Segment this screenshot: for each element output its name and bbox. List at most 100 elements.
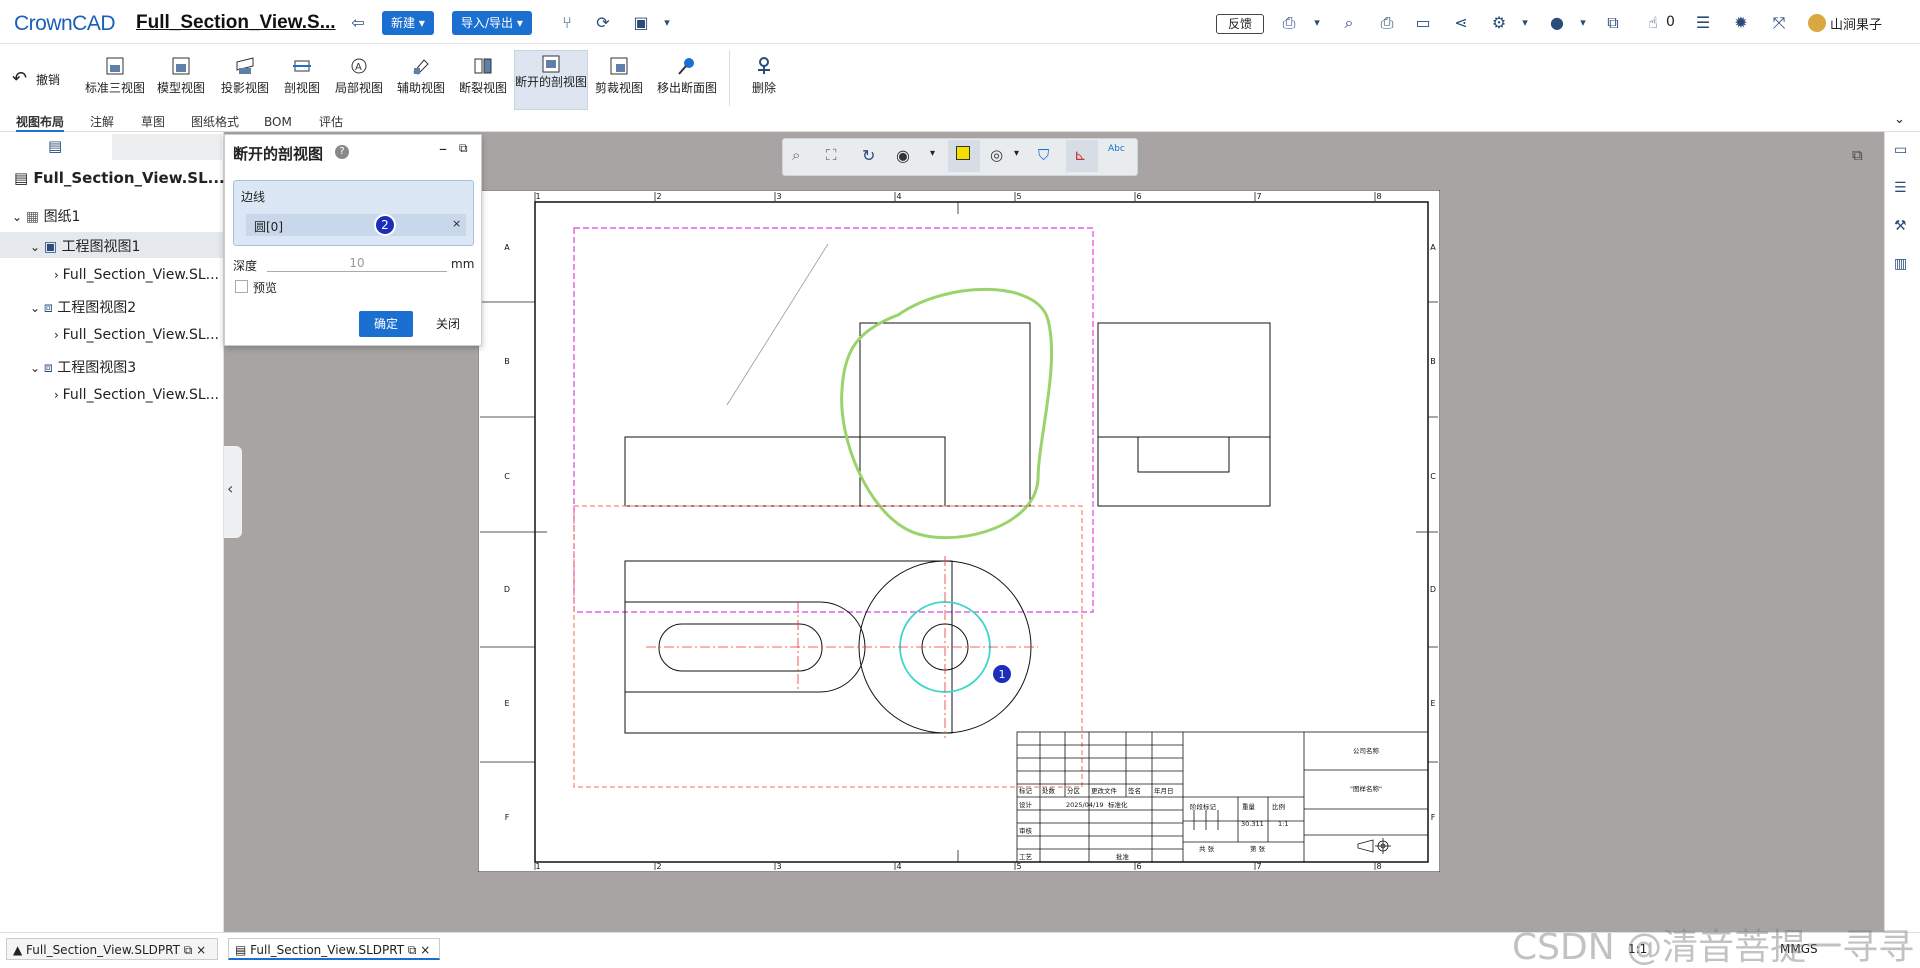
tree-tab-secondary[interactable]: [112, 134, 222, 160]
layers-icon[interactable]: ☰: [1694, 14, 1712, 32]
print-settings-icon[interactable]: ⎙: [1280, 14, 1298, 32]
monitor-icon[interactable]: ▭: [1414, 14, 1432, 32]
section-view-button[interactable]: 剖视图: [280, 50, 324, 110]
depth-input[interactable]: 10: [267, 256, 447, 272]
broken-view-button[interactable]: 断裂视图: [456, 50, 510, 110]
close-icon[interactable]: ×: [196, 943, 206, 957]
auxiliary-view-button[interactable]: 辅助视图: [394, 50, 448, 110]
document-tab-drawing[interactable]: ▤ Full_Section_View.SLDPRT ⧉ ×: [228, 938, 440, 960]
folder-icon[interactable]: ▭: [1894, 142, 1907, 158]
ok-button[interactable]: 确定: [359, 311, 413, 337]
close-button[interactable]: 关闭: [425, 311, 471, 337]
tab-evaluate[interactable]: 评估: [319, 112, 343, 132]
eye-icon[interactable]: ◉: [896, 146, 910, 165]
col-label: 6: [1136, 192, 1141, 201]
filter-icon[interactable]: ⛉: [1038, 146, 1049, 164]
collapse-panel-handle[interactable]: ‹: [224, 446, 242, 538]
tab-annotation[interactable]: 注解: [90, 112, 114, 132]
tree-item-view2[interactable]: ⌄ ⧈ 工程图视图2: [30, 297, 136, 317]
display-style-icon[interactable]: ◎: [990, 146, 1003, 164]
zoom-icon[interactable]: ⌕: [792, 146, 800, 164]
search-icon[interactable]: ⌕: [1340, 14, 1358, 32]
tb-review: 审核: [1019, 826, 1033, 835]
remove-selection-icon[interactable]: ×: [452, 217, 461, 230]
save-icon[interactable]: ▣: [632, 14, 650, 32]
window-restore-icon[interactable]: ⧉: [1852, 146, 1863, 164]
feedback-button[interactable]: 反馈: [1216, 14, 1264, 34]
preview-checkbox[interactable]: [235, 280, 248, 293]
chevron-down-icon[interactable]: ▾: [658, 14, 676, 32]
abc-text-icon[interactable]: Abc: [1108, 144, 1125, 154]
import-export-button[interactable]: 导入/导出 ▾: [452, 11, 532, 35]
branch-icon[interactable]: ⑂: [558, 14, 576, 32]
crop-view-button[interactable]: 剪裁视图: [592, 50, 646, 110]
expand-icon[interactable]: ⤧: [1770, 14, 1788, 32]
wrench-icon[interactable]: ⚒: [1894, 218, 1907, 234]
tab-bom[interactable]: BOM: [264, 112, 292, 132]
window-restore-icon[interactable]: ⧉: [459, 141, 468, 156]
refresh-icon[interactable]: ⟳: [594, 14, 612, 32]
server-icon[interactable]: ☰: [1894, 180, 1907, 196]
printer-icon[interactable]: ⎙: [1378, 14, 1396, 32]
undo-button[interactable]: ↶ 撤销: [10, 50, 64, 110]
chevron-down-icon[interactable]: ▾: [1574, 14, 1592, 32]
tree-root[interactable]: ▤ Full_Section_View.SL...: [14, 169, 225, 187]
close-icon[interactable]: ×: [420, 943, 430, 957]
collapse-ribbon-icon[interactable]: ⌄: [1894, 112, 1905, 127]
window-restore-icon[interactable]: ⧉: [184, 943, 193, 957]
new-button[interactable]: 新建 ▾: [382, 11, 434, 35]
share-icon[interactable]: ⋖: [1452, 14, 1470, 32]
back-arrow-icon[interactable]: ⇦: [349, 14, 367, 32]
chevron-down-icon[interactable]: ▾: [1308, 14, 1326, 32]
window-restore-icon[interactable]: ⧉: [408, 943, 417, 957]
bug-icon[interactable]: ✹: [1732, 14, 1750, 32]
book-icon[interactable]: ▥: [1894, 256, 1907, 272]
edge-selection-group: 边线 圆[0] 2 ×: [233, 180, 474, 246]
axis-button[interactable]: ⊾: [1066, 140, 1098, 172]
detail-view-button[interactable]: A 局部视图: [332, 50, 386, 110]
hierarchy-icon[interactable]: ⧉: [1604, 14, 1622, 32]
document-title[interactable]: Full_Section_View.S...: [136, 12, 336, 34]
tab-sketch[interactable]: 草图: [141, 112, 165, 132]
user-name[interactable]: 山涧果子: [1830, 14, 1882, 33]
broken-out-section-button[interactable]: 断开的剖视图: [514, 50, 588, 110]
tree-tab-active[interactable]: ▤: [10, 134, 110, 160]
chevron-down-icon[interactable]: ▾: [930, 148, 935, 159]
delete-button[interactable]: 删除: [742, 50, 786, 110]
avatar[interactable]: [1808, 14, 1826, 32]
thumbs-up-icon[interactable]: ☝: [1644, 14, 1662, 32]
tb-date-value: 2025/04/19: [1066, 801, 1103, 809]
projected-view-icon: [236, 57, 254, 74]
tree-item-view3-child[interactable]: › Full_Section_View.SL...: [54, 387, 219, 403]
tree-item-view1-child[interactable]: › Full_Section_View.SL...: [54, 267, 219, 283]
tree-item-view3[interactable]: ⌄ ⧈ 工程图视图3: [30, 357, 136, 377]
tab-sheet-format[interactable]: 图纸格式: [191, 112, 239, 132]
removed-section-button[interactable]: 移出断面图: [654, 50, 720, 110]
gear-icon[interactable]: ⚙: [1490, 14, 1508, 32]
tab-view-layout[interactable]: 视图布局: [16, 112, 65, 132]
standard-three-view-button[interactable]: 标准三视图: [82, 50, 148, 110]
shaded-display-button[interactable]: [948, 140, 980, 172]
part-icon: ▲: [13, 943, 27, 957]
standard-three-view-label: 标准三视图: [84, 81, 145, 95]
rotate-icon[interactable]: ↻: [862, 146, 875, 165]
edge-value: 圆[0]: [254, 220, 283, 234]
model-view-button[interactable]: 模型视图: [154, 50, 208, 110]
svg-text:A: A: [355, 62, 362, 73]
drawing-sheet[interactable]: 1 2 3 4 5 6 7 8 1 2 3 4 5 6 7 8 A B C D …: [478, 190, 1440, 872]
chevron-down-icon[interactable]: ▾: [1516, 14, 1534, 32]
projected-view-button[interactable]: 投影视图: [218, 50, 272, 110]
chevron-down-icon[interactable]: ▾: [1014, 148, 1019, 159]
edge-selection-item[interactable]: 圆[0] 2 ×: [246, 214, 466, 236]
tree-item-view2-child[interactable]: › Full_Section_View.SL...: [54, 327, 219, 343]
col-label: 7: [1256, 862, 1261, 871]
document-tab-part[interactable]: ▲ Full_Section_View.SLDPRT ⧉ ×: [6, 938, 218, 960]
fit-view-icon[interactable]: ⛶: [826, 146, 837, 164]
app-logo: CrownCAD: [14, 12, 116, 35]
tree-item-view1[interactable]: ⌄ ▣ 工程图视图1: [0, 232, 223, 258]
minimize-icon[interactable]: –: [439, 139, 447, 158]
help-icon[interactable]: ?: [335, 145, 349, 159]
tree-item-sheet[interactable]: ⌄ ▦ 图纸1: [12, 206, 80, 226]
help-icon[interactable]: ●: [1548, 14, 1566, 32]
row-label: A: [1430, 243, 1436, 252]
